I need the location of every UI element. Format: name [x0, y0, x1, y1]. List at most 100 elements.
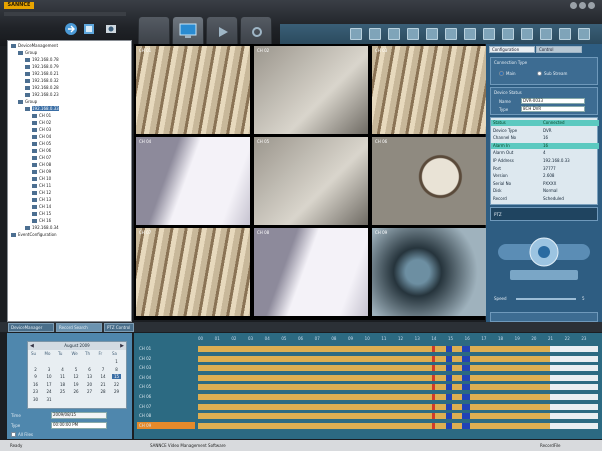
layout-button-8[interactable] — [483, 28, 495, 40]
channel-label[interactable]: CH 09 — [137, 421, 195, 429]
calendar-day[interactable]: 5 — [72, 367, 81, 372]
tab-config[interactable] — [240, 16, 272, 46]
channel-label[interactable]: CH 06 — [137, 393, 195, 400]
minimize-icon[interactable] — [570, 2, 577, 9]
calendar-day[interactable]: 27 — [85, 389, 94, 394]
calendar-day[interactable]: 4 — [58, 367, 67, 372]
calendar-day[interactable]: 12 — [72, 374, 81, 379]
calendar-day[interactable]: 24 — [45, 389, 54, 394]
calendar-day[interactable]: 18 — [58, 382, 67, 387]
login-icon[interactable] — [64, 22, 78, 36]
channel-label[interactable]: CH 02 — [137, 355, 195, 362]
record-track[interactable] — [198, 365, 598, 372]
calendar-day[interactable]: 31 — [45, 397, 54, 402]
radio-sub[interactable] — [537, 71, 542, 76]
tree-node[interactable]: 192.168.0.23 — [25, 92, 59, 98]
layout-button-5[interactable] — [426, 28, 438, 40]
calendar-day[interactable]: 2 — [31, 367, 40, 372]
record-track[interactable] — [198, 403, 598, 410]
calendar-day[interactable]: 3 — [45, 367, 54, 372]
tab-record-search[interactable]: Record Search — [56, 323, 102, 332]
record-track[interactable] — [198, 413, 598, 420]
video-cell-8[interactable]: CH 08 — [254, 228, 368, 316]
prev-month-icon[interactable]: ◀ — [30, 343, 34, 349]
calendar-day[interactable]: 23 — [31, 389, 40, 394]
tree-node[interactable]: CH 01 — [32, 113, 51, 119]
channel-label[interactable]: CH 03 — [137, 364, 195, 371]
tree-node[interactable]: CH 15 — [32, 211, 51, 217]
close-icon[interactable] — [588, 2, 595, 9]
tree-node[interactable]: 192.168.0.78 — [25, 57, 59, 63]
all-files-checkbox[interactable] — [11, 432, 16, 437]
layout-button-1[interactable] — [350, 28, 362, 40]
type-field[interactable]: 8CH DVR — [521, 106, 585, 112]
tree-node[interactable]: Group — [18, 50, 37, 56]
calendar-day[interactable]: 10 — [45, 374, 54, 379]
record-track[interactable] — [198, 394, 598, 400]
layout-button-10[interactable] — [521, 28, 533, 40]
camera-icon[interactable] — [104, 22, 118, 36]
tree-node[interactable]: CH 05 — [32, 141, 51, 147]
calendar-day[interactable]: 7 — [99, 367, 108, 372]
calendar-day[interactable]: 22 — [112, 382, 121, 387]
tree-node[interactable]: CH 08 — [32, 162, 51, 168]
calendar-day[interactable]: 26 — [72, 389, 81, 394]
calendar-day[interactable]: 29 — [112, 389, 121, 394]
tree-node[interactable]: CH 09 — [32, 169, 51, 175]
name-field[interactable]: DVR-0033 — [521, 98, 585, 104]
tree-node[interactable]: CH 07 — [32, 155, 51, 161]
tab-ptz-control[interactable]: PTZ Control — [104, 323, 134, 332]
calendar-day[interactable]: 21 — [99, 382, 108, 387]
tree-node[interactable]: CH 13 — [32, 197, 51, 203]
layout-button-2[interactable] — [369, 28, 381, 40]
calendar-day[interactable]: 13 — [85, 374, 94, 379]
calendar-day[interactable]: 25 — [58, 389, 67, 394]
layout-button-12[interactable] — [559, 28, 571, 40]
record-track[interactable] — [198, 355, 598, 362]
time-field[interactable]: 00:00:00 PM — [51, 422, 107, 429]
video-cell-9[interactable]: CH 09 — [372, 228, 486, 316]
device-icon[interactable] — [82, 22, 96, 36]
tab-monitor[interactable] — [172, 16, 204, 46]
video-cell-4[interactable]: CH 04 — [136, 137, 250, 225]
layout-button-9[interactable] — [502, 28, 514, 40]
tree-node[interactable]: 192.168.0.33 — [25, 106, 59, 112]
tab-control[interactable]: Control — [536, 46, 582, 53]
ptz-pad[interactable] — [496, 226, 592, 286]
channel-label[interactable]: CH 08 — [137, 412, 195, 419]
layout-button-3[interactable] — [388, 28, 400, 40]
channel-label[interactable]: CH 04 — [137, 374, 195, 381]
calendar-day[interactable]: 9 — [31, 374, 40, 379]
tree-node[interactable]: CH 06 — [32, 148, 51, 154]
channel-label[interactable]: CH 07 — [137, 403, 195, 410]
tab-preview[interactable] — [138, 16, 170, 46]
record-track[interactable] — [198, 422, 598, 429]
tree-node[interactable]: Group — [18, 99, 37, 105]
calendar-day[interactable]: 17 — [45, 382, 54, 387]
tree-node[interactable]: CH 03 — [32, 127, 51, 133]
calendar-day[interactable]: 11 — [58, 374, 67, 379]
channel-label[interactable]: CH 01 — [137, 345, 195, 352]
calendar-day[interactable]: 1 — [112, 359, 121, 364]
tree-node[interactable]: 192.168.0.21 — [25, 71, 59, 77]
tree-node[interactable]: CH 04 — [32, 134, 51, 140]
tree-node[interactable]: CH 16 — [32, 218, 51, 224]
tree-node[interactable]: EventConfiguration — [11, 232, 57, 238]
panel-footer-buttons[interactable] — [490, 312, 598, 322]
calendar-day[interactable]: 19 — [72, 382, 81, 387]
calendar-day[interactable]: 28 — [99, 389, 108, 394]
speed-slider[interactable] — [516, 298, 576, 300]
tab-devicemanager[interactable]: DeviceManager — [8, 323, 54, 332]
tree-node[interactable]: 192.168.0.34 — [25, 225, 59, 231]
tree-node[interactable]: 192.168.0.32 — [25, 78, 59, 84]
calendar-day[interactable]: 30 — [31, 397, 40, 402]
video-cell-5[interactable]: CH 05 — [254, 137, 368, 225]
layout-button-13[interactable] — [578, 28, 590, 40]
calendar-day[interactable]: 15 — [112, 374, 121, 379]
tree-node[interactable]: 192.168.0.79 — [25, 64, 59, 70]
tab-playback[interactable] — [206, 16, 238, 46]
record-track[interactable] — [198, 346, 598, 352]
tree-node[interactable]: CH 14 — [32, 204, 51, 210]
tree-node[interactable]: 192.168.0.28 — [25, 85, 59, 91]
layout-button-4[interactable] — [407, 28, 419, 40]
